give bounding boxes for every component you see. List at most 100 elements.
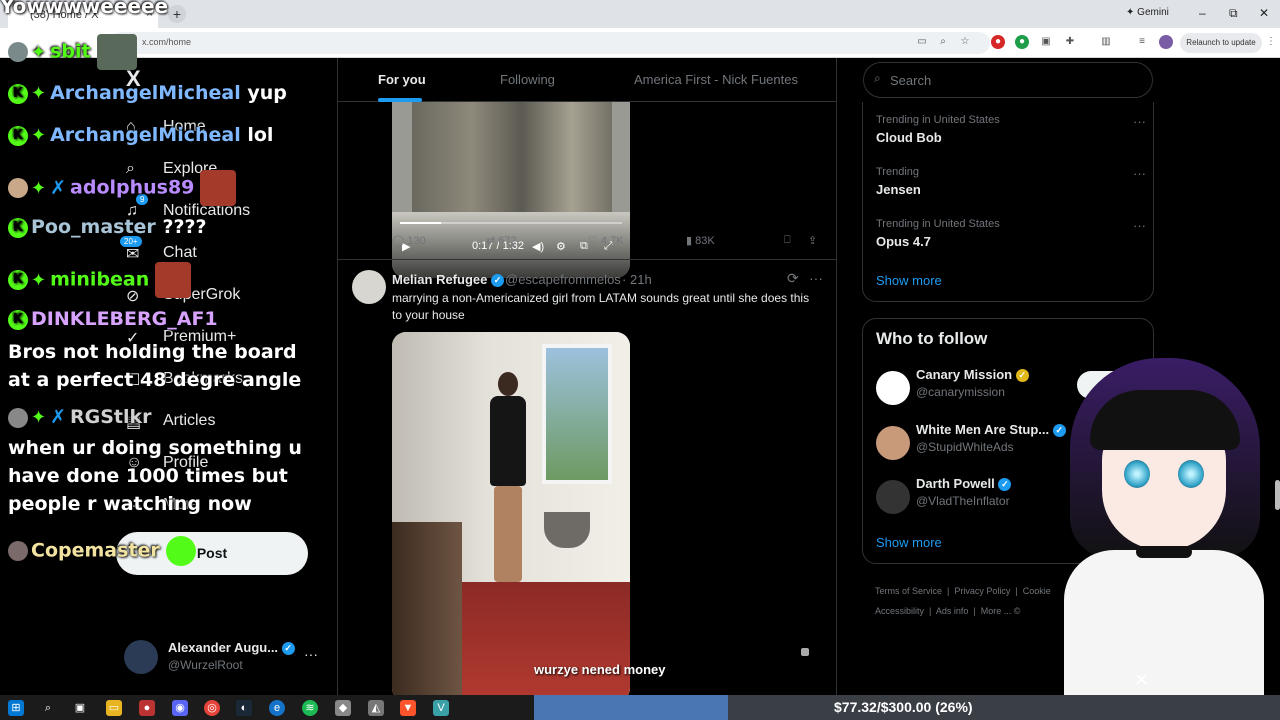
sword-badge-icon: ✗ — [50, 176, 67, 199]
sidepanel-icon[interactable]: ▥ — [1099, 35, 1113, 49]
avatar[interactable] — [352, 270, 386, 304]
media-icon[interactable]: ≡ — [1135, 35, 1149, 49]
trend-context: Trending in United States — [876, 114, 1000, 126]
file-explorer-icon[interactable]: ▭ — [106, 700, 122, 716]
zoom-icon[interactable]: ⌕ — [936, 35, 950, 49]
sub-badge-icon: ✦ — [31, 125, 47, 146]
verified-badge-icon: ✓ — [1015, 369, 1029, 383]
close-window-icon[interactable]: ✕ — [1259, 6, 1269, 20]
app-icon[interactable]: ◭ — [368, 700, 384, 716]
footer-link[interactable]: Cookie — [1023, 586, 1051, 596]
app-icon[interactable]: ● — [139, 700, 155, 716]
puzzle-badge-icon — [8, 407, 28, 428]
show-more-link[interactable]: Show more — [876, 273, 942, 288]
bookmark-star-icon[interactable]: ☆ — [958, 35, 972, 49]
sub-badge-icon: ✦ — [31, 41, 47, 63]
chat-message: ???? — [162, 216, 207, 238]
sub-badge-icon: ✦ — [31, 177, 47, 199]
who-to-follow-title: Who to follow — [876, 329, 988, 348]
follow-handle: @VladTheInflator — [916, 494, 1010, 508]
repost-button[interactable]: ⇄ 672 — [486, 234, 517, 247]
chat-line: K ✦ ArchangelMicheal yup — [8, 82, 287, 104]
tab-for-you[interactable]: For you — [378, 72, 426, 87]
puzzle-icon[interactable]: ✚ — [1063, 35, 1077, 49]
task-view-icon[interactable]: ▣ — [72, 700, 88, 716]
windows-start-icon[interactable]: ⊞ — [8, 700, 24, 716]
footer-link[interactable]: Terms of Service — [875, 586, 942, 596]
chat-message: Bros not holding the board at a perfect … — [8, 341, 302, 391]
vscode-icon[interactable]: V — [433, 700, 449, 716]
cast-icon[interactable]: ▭ — [915, 35, 929, 49]
footer-link[interactable]: Ads info — [936, 606, 969, 616]
profile-avatar[interactable] — [1159, 35, 1173, 49]
extension-icon[interactable]: ● — [1015, 35, 1029, 49]
account-switcher[interactable]: Alexander Augu... ✓ @WurzelRoot ··· — [124, 638, 334, 678]
trend-item[interactable]: Trending in United States Opus 4.7 ··· — [876, 218, 1146, 249]
vtuber-body — [1064, 550, 1264, 695]
bookmark-icon[interactable]: ⎕ — [784, 234, 791, 247]
search-input[interactable]: ⌕ Search — [863, 62, 1153, 98]
url-text: x.com/home — [142, 37, 192, 47]
gemini-button[interactable]: ✦ Gemini — [1126, 7, 1169, 18]
discord-icon[interactable]: ◉ — [172, 700, 188, 716]
trend-item[interactable]: Trending Jensen ··· — [876, 166, 1146, 197]
footer-link[interactable]: Privacy Policy — [954, 586, 1010, 596]
video-progress[interactable] — [400, 222, 622, 224]
kick-badge-icon: K — [8, 217, 28, 238]
app-icon[interactable]: ◆ — [335, 700, 351, 716]
more-icon[interactable]: ··· — [304, 646, 318, 662]
search-icon[interactable]: ⌕ — [40, 700, 56, 716]
brave-icon[interactable]: ▼ — [400, 700, 416, 716]
chat-line: K Poo_master ???? — [8, 216, 207, 238]
trend-item[interactable]: Trending in United States Cloud Bob ··· — [876, 114, 1146, 145]
close-icon[interactable]: ✕ — [1134, 670, 1149, 691]
menu-icon[interactable]: ⋮ — [1264, 35, 1278, 49]
trend-context: Trending — [876, 166, 920, 178]
like-button[interactable]: ♡ 4.7K — [588, 234, 624, 247]
video-progress-fill — [400, 222, 442, 224]
more-icon[interactable]: ··· — [809, 270, 823, 286]
new-tab-button[interactable]: + — [168, 5, 186, 23]
kick-badge-icon: K — [8, 125, 28, 146]
restore-icon[interactable]: ⧉ — [1229, 6, 1238, 21]
chat-line: K DINKLEBERG_AF1 — [8, 308, 218, 330]
divider — [338, 259, 836, 260]
extension-icon[interactable]: ▣ — [1039, 35, 1053, 49]
reply-button[interactable]: ◯ 130 — [392, 234, 426, 247]
show-more-link[interactable]: Show more — [876, 535, 942, 550]
more-icon[interactable]: ··· — [1133, 114, 1146, 129]
footer-link[interactable]: More ... — [981, 606, 1012, 616]
tweet-author-handle[interactable]: @escapefrommelos — [505, 272, 621, 287]
emote-icon — [165, 536, 196, 566]
extension-icon[interactable]: ● — [991, 35, 1005, 49]
nav-chat[interactable]: ✉ Chat 20+ — [120, 236, 197, 264]
steam-icon[interactable]: ◐ — [236, 700, 252, 716]
footer-link[interactable]: Accessibility — [875, 606, 924, 616]
minimize-icon[interactable]: – — [1199, 6, 1206, 20]
avatar — [876, 371, 910, 405]
more-icon[interactable]: ··· — [1133, 218, 1146, 233]
spotify-icon[interactable]: ≋ — [302, 700, 318, 716]
chat-line: ✦ ✗ adolphus89 — [8, 170, 239, 206]
tweet-author-name[interactable]: Melian Refugee ✓ — [392, 272, 504, 288]
donation-goal-fill — [534, 695, 728, 720]
account-name: Alexander Augu... ✓ — [168, 640, 295, 656]
tab-america-first[interactable]: America First - Nick Fuentes — [634, 72, 798, 87]
share-icon[interactable]: ⇪ — [808, 234, 817, 247]
avatar — [876, 426, 910, 460]
tweet-video[interactable] — [392, 332, 630, 695]
views-button[interactable]: ▮ 83K — [686, 234, 715, 247]
chat-line: ✦ ✗ RGStlkr — [8, 406, 152, 428]
relaunch-button[interactable]: Relaunch to update — [1180, 33, 1262, 53]
account-handle: @WurzelRoot — [168, 658, 243, 672]
verified-badge-icon: ✓ — [490, 274, 504, 288]
chat-line: K ✦ ArchangelMicheal lol — [8, 124, 273, 146]
tweet-time[interactable]: 21h — [630, 272, 652, 287]
grok-icon[interactable]: ⟳ — [787, 270, 799, 287]
tab-following[interactable]: Following — [500, 72, 555, 87]
edge-icon[interactable]: e — [269, 700, 285, 716]
chrome-icon[interactable]: ◎ — [204, 700, 220, 716]
avatar — [124, 640, 158, 674]
more-icon[interactable]: ··· — [1133, 166, 1146, 181]
address-bar[interactable]: x.com/home — [110, 32, 990, 54]
